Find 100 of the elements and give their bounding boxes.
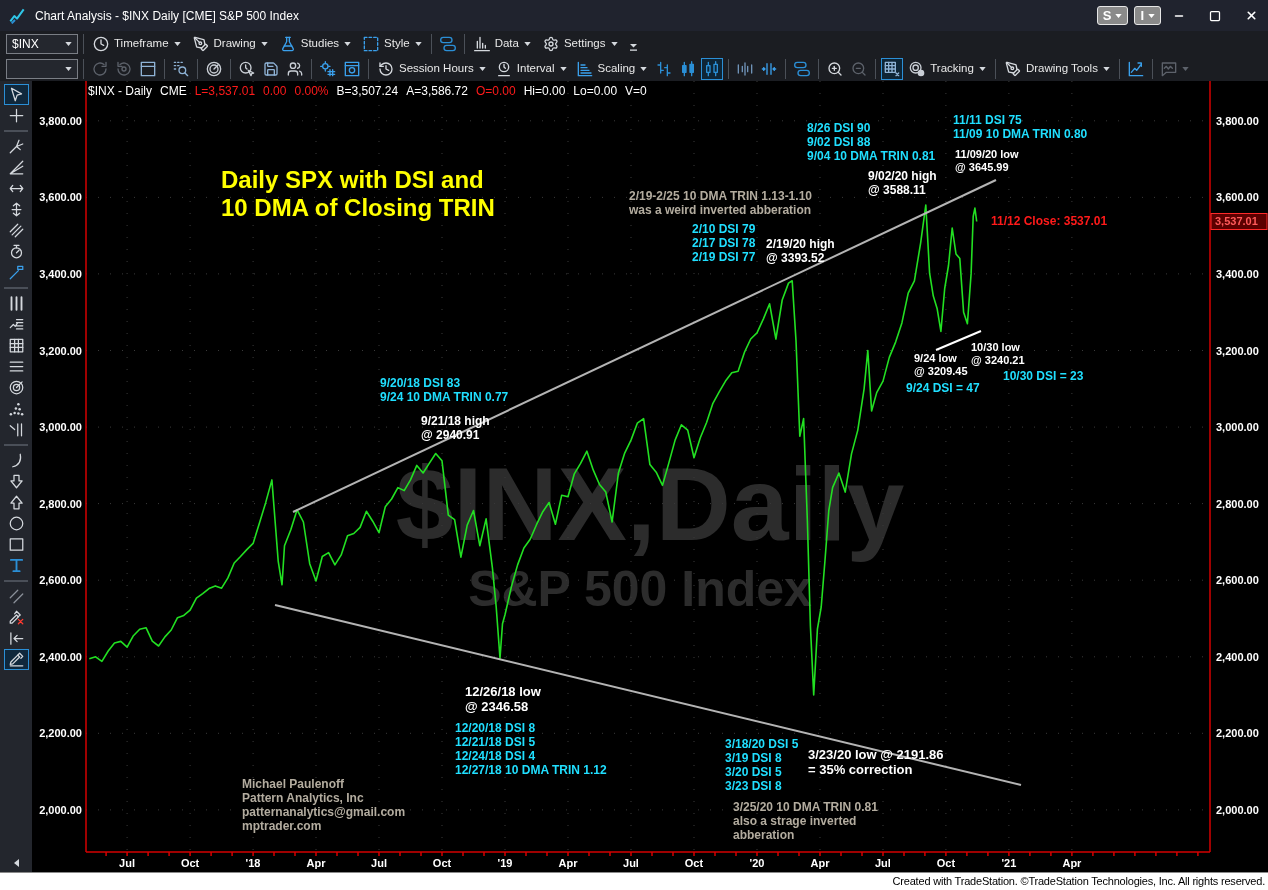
x-axis-label: Apr	[558, 857, 578, 869]
ellipse-icon	[8, 516, 24, 531]
window-icon	[140, 60, 156, 77]
quote-value: V=0	[625, 83, 647, 100]
toolbar-button[interactable]: Style	[359, 32, 426, 55]
caret-icon	[65, 41, 72, 46]
y-axis-label: 2,600.00	[39, 574, 82, 587]
chart-annotation: 8/26 DSI 90 9/02 DSI 88 9/04 10 DMA TRIN 0.81	[807, 121, 936, 163]
toolbar-button[interactable]: Interval	[491, 57, 571, 80]
pen-delete-icon	[8, 610, 24, 625]
caret-icon	[610, 41, 618, 46]
caret-icon	[1115, 13, 1123, 18]
chart-annotation: 9/24 DSI = 47	[906, 381, 980, 395]
chart-annotation: 9/24 low @ 3209.45	[914, 352, 968, 377]
save-icon	[263, 60, 279, 77]
target-icon	[8, 380, 24, 395]
chart-annotation: Michael Paulenoff Pattern Analytics, Inc patternanalytics@gmail.com mptrader.com	[242, 777, 406, 833]
close-icon[interactable]	[1245, 9, 1258, 22]
pen-icon	[192, 35, 209, 52]
toolbar-button[interactable]: Timeframe	[89, 32, 185, 55]
fan-lines-icon	[8, 160, 24, 175]
quote-value: L=3,537.01	[194, 83, 256, 100]
ohlc-bars-icon	[656, 60, 673, 77]
chart-annotation: Daily SPX with DSI and 10 DMA of Closing TRIN	[221, 166, 495, 221]
quote-value: Lo=0.00	[573, 83, 618, 100]
quote-value: $INX - Daily	[88, 83, 152, 100]
toolbar-button[interactable]: Studies	[275, 32, 356, 55]
toolbar-button[interactable]	[881, 57, 904, 80]
up-arrow-icon	[8, 495, 24, 510]
chart-annotation: 3/18/20 DSI 5 3/19 DSI 8 3/20 DSI 5 3/23 DSI 8	[725, 737, 799, 793]
radar-icon	[206, 60, 222, 77]
symbol-field[interactable]: $INX	[6, 33, 78, 54]
toolbar-button[interactable]: Drawing	[188, 32, 272, 55]
x-axis-label: Jul	[623, 857, 639, 869]
diagonal-lines-icon	[8, 589, 24, 604]
clock-stand-icon	[495, 60, 512, 77]
parallel-lines-icon	[8, 223, 24, 238]
caret-icon	[1148, 13, 1155, 18]
y-axis-label: 3,400.00	[39, 267, 82, 280]
chart-annotation: 3/25/20 10 DMA TRIN 0.81 also a strage inverted abberation	[733, 800, 878, 842]
last-price-badge: 3,537.01	[1210, 213, 1268, 230]
chart-annotation: 11/12 Close: 3537.01	[991, 214, 1108, 228]
crosshair-hash-icon	[320, 60, 336, 77]
caret-icon	[344, 41, 352, 46]
quote-value: 0.00%	[294, 83, 329, 100]
toolbar-button[interactable]: Scaling	[572, 57, 652, 80]
caret-icon	[414, 41, 422, 46]
line-bars-icon	[8, 422, 24, 437]
chart-annotation: 10/30 DSI = 23	[1003, 369, 1084, 383]
y-axis-label: 3,200.00	[1216, 344, 1259, 357]
overflow-caret-icon[interactable]	[629, 44, 637, 51]
x-axis-label: Oct	[936, 857, 956, 869]
x-axis-label: Jul	[875, 857, 891, 869]
maximize-icon[interactable]	[1209, 9, 1221, 22]
chart-annotation: 2/19-2/25 10 DMA TRIN 1.13-1.10 was a weird inverted abberation	[629, 189, 812, 217]
toolbar-button[interactable]	[701, 57, 724, 80]
toolbar-button[interactable]: Settings	[538, 32, 622, 55]
scroll-arrow-icon[interactable]	[13, 859, 19, 867]
caret-icon	[523, 41, 531, 46]
grid-icon	[8, 338, 24, 353]
toolbar-button[interactable]: Tracking	[905, 57, 990, 80]
tool-button[interactable]	[3, 649, 29, 670]
x-axis-label: '20	[749, 857, 765, 869]
expand-bars-icon	[761, 60, 778, 77]
y-axis-label: 2,800.00	[39, 497, 82, 510]
y-axis-label: 2,200.00	[1216, 727, 1259, 740]
app-logo-icon	[9, 7, 25, 24]
caret-icon	[559, 66, 567, 71]
chart-annotation: 9/02/20 high @ 3588.11	[868, 169, 937, 197]
x-axis-label: '18	[245, 857, 261, 869]
linked-boxes-icon	[794, 60, 811, 77]
dots-icon	[8, 401, 24, 416]
toolbar-button[interactable]: Data	[469, 32, 535, 55]
flag-line-icon	[8, 265, 24, 280]
tool-button[interactable]	[3, 84, 29, 105]
caret-icon	[1102, 66, 1110, 71]
flask-icon	[279, 35, 296, 52]
x-axis-label: Apr	[810, 857, 830, 869]
scale-lines-icon	[576, 60, 593, 77]
y-axis-label: 2,800.00	[1216, 497, 1259, 510]
dropdown-field[interactable]	[6, 58, 78, 79]
caret-icon	[978, 66, 986, 71]
quote-value: Hi=0.00	[523, 83, 566, 100]
hollow-candlestick-icon	[704, 60, 721, 77]
x-axis-label: '19	[497, 857, 513, 869]
y-axis-label: 3,000.00	[39, 421, 82, 434]
caret-icon	[173, 41, 181, 46]
candlestick-icon	[680, 60, 697, 77]
pitchfork-icon	[8, 139, 24, 154]
history-icon	[378, 60, 394, 77]
chart-annotation: 2/10 DSI 79 2/17 DSI 78 2/19 DSI 77	[692, 222, 756, 264]
toolbar-button[interactable]: Session Hours	[374, 57, 490, 80]
caret-icon	[478, 66, 486, 71]
window-title: Chart Analysis - $INX Daily [CME] S&P 500 Index	[35, 7, 299, 25]
y-axis-label: 3,000.00	[1216, 421, 1259, 434]
x-axis-label: '21	[1001, 857, 1017, 869]
pen-icon	[8, 652, 24, 667]
toolbar-button[interactable]: Drawing Tools	[1000, 57, 1114, 80]
y-axis-label: 2,400.00	[39, 650, 82, 663]
chart-annotation: 9/20/18 DSI 83 9/24 10 DMA TRIN 0.77	[380, 376, 509, 404]
